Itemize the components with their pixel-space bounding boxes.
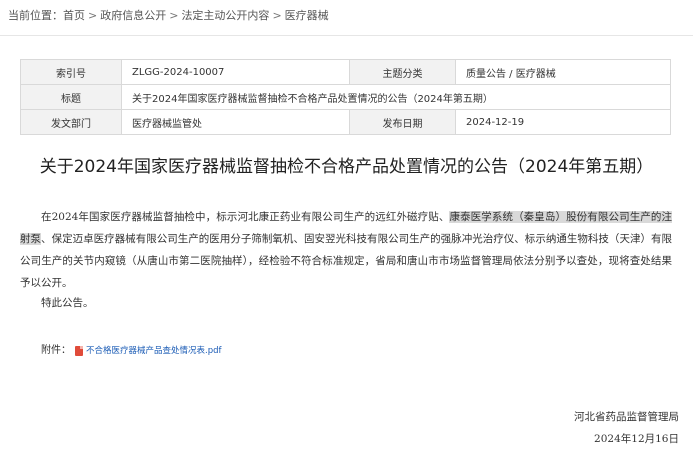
table-row: 索引号 ZLGG-2024-10007 主题分类 质量公告 / 医疗器械 bbox=[20, 59, 671, 85]
dept-label: 发文部门 bbox=[20, 109, 122, 135]
date-label: 发布日期 bbox=[349, 109, 456, 135]
breadcrumb-medical-devices-link[interactable]: 医疗器械 bbox=[285, 9, 329, 22]
signer-name: 河北省药品监督管理局 bbox=[574, 411, 679, 423]
attachment-label: 附件： bbox=[41, 345, 71, 356]
table-row: 发文部门 医疗器械监管处 发布日期 2024-12-19 bbox=[20, 109, 671, 135]
topic-label: 主题分类 bbox=[349, 59, 456, 85]
body-text-part: 在2024年国家医疗器械监督抽检中，标示河北康正药业有限公司生产的远红外磁疗贴、 bbox=[41, 211, 450, 223]
breadcrumb-gov-info-link[interactable]: 政府信息公开 bbox=[100, 9, 166, 22]
metadata-table: 索引号 ZLGG-2024-10007 主题分类 质量公告 / 医疗器械 标题 … bbox=[20, 59, 671, 135]
attachment-link[interactable]: 不合格医疗器械产品查处情况表.pdf bbox=[86, 346, 222, 356]
table-row: 标题 关于2024年国家医疗器械监督抽检不合格产品处置情况的公告（2024年第五… bbox=[20, 84, 671, 110]
article-body: 在2024年国家医疗器械监督抽检中，标示河北康正药业有限公司生产的远红外磁疗贴、… bbox=[20, 206, 672, 294]
breadcrumb-prefix: 当前位置： bbox=[8, 9, 63, 22]
article-title: 关于2024年国家医疗器械监督抽检不合格产品处置情况的公告（2024年第五期） bbox=[39, 157, 654, 177]
index-label: 索引号 bbox=[20, 59, 122, 85]
breadcrumb-separator: > bbox=[169, 9, 179, 22]
breadcrumb-home-link[interactable]: 首页 bbox=[63, 9, 85, 22]
topic-value: 质量公告 / 医疗器械 bbox=[455, 59, 671, 85]
breadcrumb-separator: > bbox=[272, 9, 282, 22]
title-value: 关于2024年国家医疗器械监督抽检不合格产品处置情况的公告（2024年第五期） bbox=[121, 84, 671, 110]
attachment-row: 附件： 不合格医疗器械产品查处情况表.pdf bbox=[41, 341, 222, 356]
breadcrumb-statutory-link[interactable]: 法定主动公开内容 bbox=[181, 9, 269, 22]
title-label: 标题 bbox=[20, 84, 122, 110]
dept-value: 医疗器械监管处 bbox=[121, 109, 350, 135]
header-divider bbox=[0, 35, 693, 36]
breadcrumb-separator: > bbox=[88, 9, 98, 22]
pdf-file-icon bbox=[75, 345, 83, 356]
date-value: 2024-12-19 bbox=[455, 109, 671, 135]
breadcrumb: 当前位置：首页 > 政府信息公开 > 法定主动公开内容 > 医疗器械 bbox=[8, 7, 329, 23]
index-value: ZLGG-2024-10007 bbox=[121, 59, 350, 85]
body-text-part: 、保定迈卓医疗器械有限公司生产的医用分子筛制氧机、固安翌光科技有限公司生产的强脉… bbox=[20, 233, 673, 289]
signature-block: 河北省药品监督管理局 2024年12月16日 bbox=[574, 406, 679, 450]
closing-text: 特此公告。 bbox=[41, 297, 94, 309]
